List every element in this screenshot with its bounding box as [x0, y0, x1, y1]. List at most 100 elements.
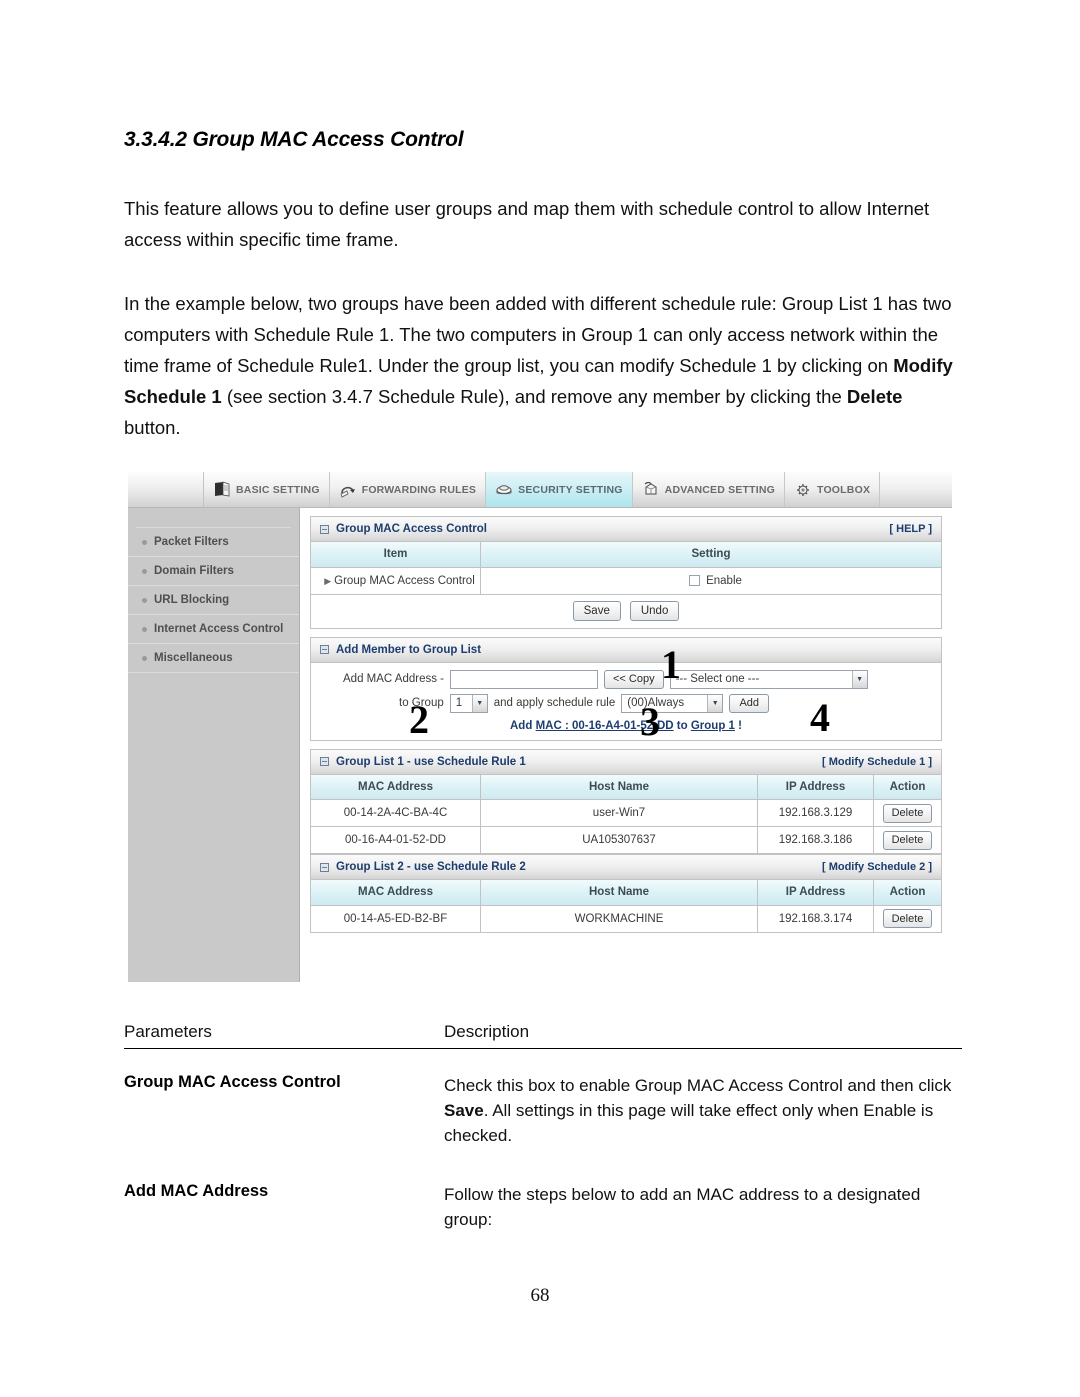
minimize-box-icon[interactable] [320, 757, 329, 766]
sidebar-item-internet-access-control-label: Internet Access Control [154, 623, 284, 635]
router-content: Group MAC Access Control [ HELP ] Item S… [300, 508, 952, 982]
cell-ip-address: 192.168.3.129 [757, 799, 874, 827]
cell-mac-address: 00-16-A4-01-52-DD [310, 826, 481, 854]
copy-button[interactable]: << Copy [603, 669, 664, 689]
example-paragraph-part-3: button. [124, 417, 181, 438]
nav-tab-security-setting-label: SECURITY SETTING [518, 483, 623, 496]
shield-lock-icon [495, 481, 513, 498]
column-header-setting: Setting [480, 542, 942, 568]
nav-tab-forwarding-rules[interactable]: FORWARDING RULES [329, 472, 487, 507]
example-paragraph-bold-2: Delete [846, 386, 903, 407]
undo-button[interactable]: Undo [629, 601, 680, 621]
nav-tab-basic-setting[interactable]: BASIC SETTING [204, 472, 330, 507]
table-row: ▶ Group MAC Access Control Enable [310, 566, 942, 595]
page-title: 3.3.4.2 Group MAC Access Control [124, 128, 464, 151]
arrow-loop-icon [339, 481, 357, 498]
group-number-dropdown[interactable]: 1 ▼ [449, 693, 488, 713]
help-link[interactable]: [ HELP ] [889, 523, 932, 535]
add-button[interactable]: Add [729, 693, 770, 713]
save-button[interactable]: Save [572, 601, 621, 621]
schedule-rule-dropdown[interactable]: (00)Always ▼ [621, 693, 724, 713]
panel-header-add-member: Add Member to Group List [310, 636, 942, 663]
sidebar-item-packet-filters[interactable]: Packet Filters [128, 528, 299, 557]
select-one-dropdown[interactable]: --- Select one --- ▼ [669, 669, 868, 689]
sidebar-item-url-blocking[interactable]: URL Blocking [128, 586, 299, 615]
chevron-down-icon: ▼ [707, 694, 723, 712]
apply-schedule-rule-label: and apply schedule rule [493, 697, 616, 709]
parameters-row-group-mac-access-control: Group MAC Access Control Check this box … [124, 1073, 962, 1148]
nav-tab-advanced-setting[interactable]: ADVANCED SETTING [632, 472, 786, 507]
nav-tab-basic-setting-label: BASIC SETTING [236, 483, 320, 496]
sidebar-divider [136, 518, 291, 528]
panel-header-group-list-2: Group List 2 - use Schedule Rule 2 [ Mod… [310, 854, 942, 880]
router-top-navbar: BASIC SETTING FORWARDING RULES SECURITY … [128, 472, 952, 508]
chevron-down-icon: ▼ [471, 694, 487, 712]
group-number-value: 1 [455, 697, 463, 709]
parameter-description: Check this box to enable Group MAC Acces… [444, 1073, 962, 1148]
add-status-prefix: Add [510, 719, 536, 732]
sidebar-item-domain-filters[interactable]: Domain Filters [128, 557, 299, 586]
callout-number-3: 3 [640, 699, 660, 744]
intro-paragraph-text: This feature allows you to define user g… [124, 198, 930, 250]
table-row: 00-16-A4-01-52-DD UA105307637 192.168.3.… [310, 826, 942, 854]
table-header-row: Item Setting [310, 542, 942, 568]
row-setting-enable: Enable [480, 566, 942, 595]
group-schedule-row: to Group 1 ▼ and apply schedule rule (00… [311, 693, 941, 713]
column-header-ip-address: IP Address [757, 774, 874, 800]
add-member-form: Add MAC Address - << Copy --- Select one… [310, 662, 942, 741]
callout-number-2: 2 [409, 697, 429, 742]
modify-schedule-2-link[interactable]: [ Modify Schedule 2 ] [822, 861, 932, 873]
group-list-1-table: MAC Address Host Name IP Address Action … [310, 774, 942, 854]
add-status-group-link[interactable]: Group 1 [691, 720, 735, 732]
modify-schedule-1-link[interactable]: [ Modify Schedule 1 ] [822, 756, 932, 768]
navbar-filler [880, 472, 952, 507]
nav-tab-security-setting[interactable]: SECURITY SETTING [486, 472, 633, 507]
minimize-box-icon[interactable] [320, 524, 329, 534]
parameter-name: Add MAC Address [124, 1182, 269, 1200]
add-status-message: Add MAC : 00-16-A4-01-52-DD to Group 1 ! [311, 720, 941, 732]
panel-title-group-list-1: Group List 1 - use Schedule Rule 1 [336, 755, 526, 768]
cell-mac-address: 00-14-A5-ED-B2-BF [310, 904, 481, 933]
page-number: 68 [530, 1285, 550, 1306]
navbar-logo-spacer [128, 472, 204, 507]
cube-icon [642, 481, 660, 498]
cell-action: Delete [873, 826, 942, 854]
delete-button[interactable]: Delete [882, 909, 933, 928]
nav-tab-forwarding-rules-label: FORWARDING RULES [361, 483, 477, 496]
column-header-action: Action [873, 774, 942, 800]
bullet-icon [142, 626, 147, 632]
column-header-mac-address: MAC Address [310, 880, 481, 906]
panel-title-group-list-2: Group List 2 - use Schedule Rule 2 [336, 861, 526, 873]
sidebar-item-miscellaneous[interactable]: Miscellaneous [128, 644, 299, 673]
minimize-box-icon[interactable] [320, 862, 329, 872]
panel-header-group-mac-access-control: Group MAC Access Control [ HELP ] [310, 516, 942, 542]
description-part-1: Follow the steps below to add an MAC add… [444, 1185, 921, 1229]
column-header-item: Item [310, 542, 481, 568]
nav-tab-toolbox[interactable]: TOOLBOX [785, 472, 881, 507]
enable-checkbox[interactable] [689, 574, 701, 586]
parameters-table-rule [124, 1048, 962, 1049]
add-status-mid: to [673, 719, 691, 732]
column-header-host-name: Host Name [480, 880, 758, 906]
sidebar-item-url-blocking-label: URL Blocking [154, 594, 230, 606]
row-label-text: Group MAC Access Control [334, 574, 475, 587]
sidebar-item-domain-filters-label: Domain Filters [154, 565, 234, 577]
add-mac-address-label: Add MAC Address - [343, 673, 444, 685]
parameters-row-add-mac-address: Add MAC Address Follow the steps below t… [124, 1182, 962, 1232]
example-paragraph-part-1: In the example below, two groups have be… [124, 293, 952, 376]
callout-number-4: 4 [810, 695, 830, 740]
sidebar-item-internet-access-control[interactable]: Internet Access Control [128, 615, 299, 644]
column-header-mac-address: MAC Address [310, 774, 481, 800]
delete-button[interactable]: Delete [882, 803, 933, 823]
column-header-action: Action [873, 880, 942, 906]
cell-host-name: user-Win7 [480, 799, 758, 827]
minimize-box-icon[interactable] [320, 645, 329, 654]
delete-button[interactable]: Delete [882, 830, 933, 850]
nav-tab-advanced-setting-label: ADVANCED SETTING [664, 483, 776, 496]
cell-action: Delete [873, 904, 942, 933]
table-header-row: MAC Address Host Name IP Address Action [310, 774, 942, 800]
mac-address-input[interactable] [449, 669, 598, 689]
book-icon [213, 481, 231, 498]
row-label-group-mac-access-control: ▶ Group MAC Access Control [310, 566, 481, 595]
table-row: 00-14-2A-4C-BA-4C user-Win7 192.168.3.12… [310, 799, 942, 827]
